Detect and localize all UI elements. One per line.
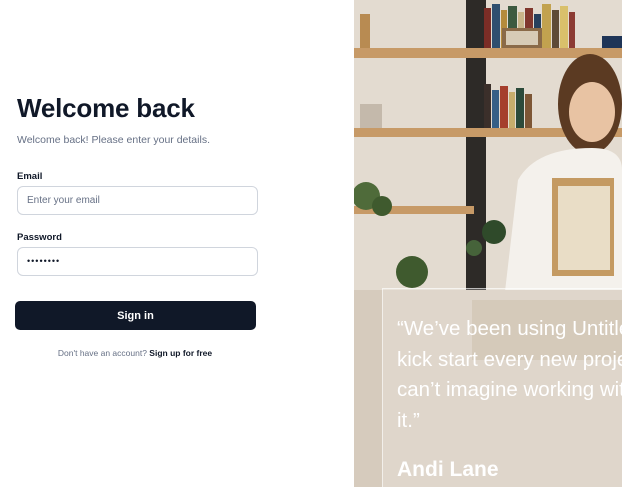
signup-prompt: Don't have an account? Sign up for free [0,348,270,358]
password-field[interactable]: •••••••• [17,247,258,276]
page-title: Welcome back [17,93,195,123]
testimonial-author: Andi Lane [397,458,499,481]
no-account-text: Don't have an account? [57,348,147,358]
sign-in-button[interactable]: Sign in [15,301,256,330]
testimonial-panel: “We’ve been using Untitled to kick start… [354,0,622,487]
email-field[interactable] [17,186,258,215]
login-panel: Welcome back Welcome back! Please enter … [0,0,354,487]
page-subtitle: Welcome back! Please enter your details. [17,134,210,146]
testimonial-quote: “We’ve been using Untitled to kick start… [397,317,622,432]
sign-up-link[interactable]: Sign up for free [149,348,212,358]
password-label: Password [17,232,62,243]
email-label: Email [17,171,43,182]
